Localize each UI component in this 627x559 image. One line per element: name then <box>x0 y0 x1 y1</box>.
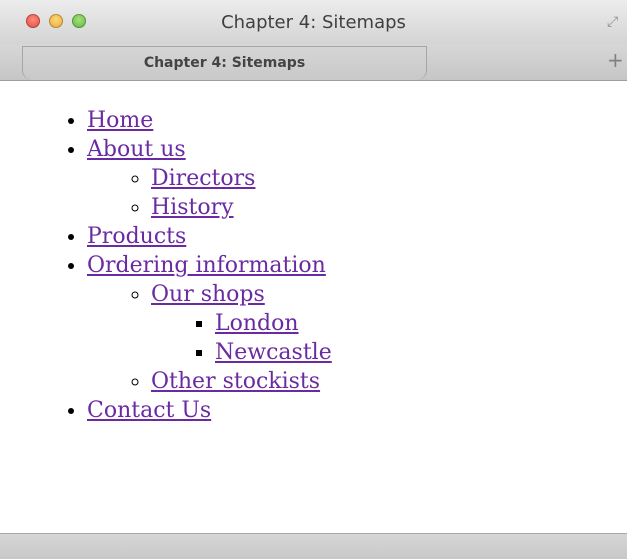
sitemap-list: Home About us Directors History Products… <box>87 106 627 425</box>
title-bar: Chapter 4: Sitemaps ⤢ <box>0 0 627 47</box>
sublist-about: Directors History <box>151 164 627 222</box>
link-our-shops[interactable]: Our shops <box>151 282 265 307</box>
list-item: Directors <box>151 164 627 193</box>
link-other-stockists[interactable]: Other stockists <box>151 369 320 394</box>
link-directors[interactable]: Directors <box>151 166 255 191</box>
list-item: Home <box>87 106 627 135</box>
list-item: Our shops London Newcastle <box>151 280 627 367</box>
new-tab-button[interactable]: + <box>607 50 624 70</box>
list-item: London <box>215 309 627 338</box>
sublist-shops: London Newcastle <box>215 309 627 367</box>
tab-label: Chapter 4: Sitemaps <box>143 55 306 71</box>
list-item: Ordering information Our shops London Ne… <box>87 251 627 396</box>
window-title: Chapter 4: Sitemaps <box>221 12 406 33</box>
list-item: Products <box>87 222 627 251</box>
list-item: Other stockists <box>151 367 627 396</box>
list-item: Contact Us <box>87 396 627 425</box>
browser-window: Chapter 4: Sitemaps ⤢ Chapter 4: Sitemap… <box>0 0 627 559</box>
link-home[interactable]: Home <box>87 108 153 133</box>
page-content: Home About us Directors History Products… <box>0 81 627 533</box>
link-ordering-information[interactable]: Ordering information <box>87 253 326 278</box>
tab-bar: Chapter 4: Sitemaps + <box>0 44 627 81</box>
link-contact-us[interactable]: Contact Us <box>87 398 211 423</box>
link-products[interactable]: Products <box>87 224 186 249</box>
link-history[interactable]: History <box>151 195 234 220</box>
list-item: About us Directors History <box>87 135 627 222</box>
list-item: Newcastle <box>215 338 627 367</box>
tab-chapter-4-sitemaps[interactable]: Chapter 4: Sitemaps <box>22 46 427 80</box>
sublist-ordering: Our shops London Newcastle Other stockis… <box>151 280 627 396</box>
link-newcastle[interactable]: Newcastle <box>215 340 332 365</box>
link-london[interactable]: London <box>215 311 299 336</box>
link-about-us[interactable]: About us <box>87 137 186 162</box>
status-bar <box>0 533 627 559</box>
list-item: History <box>151 193 627 222</box>
fullscreen-icon[interactable]: ⤢ <box>607 14 623 30</box>
